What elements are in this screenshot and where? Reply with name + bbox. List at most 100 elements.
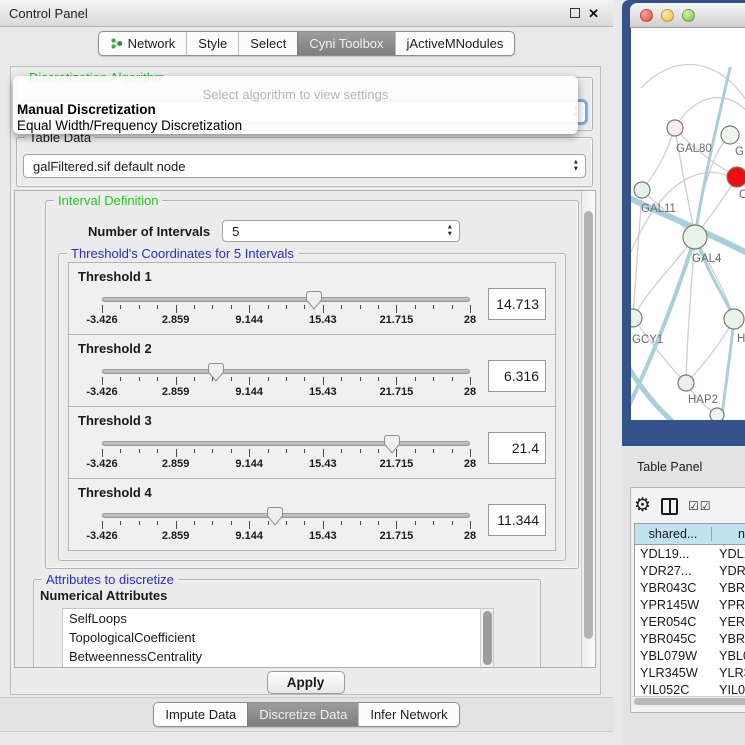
table-row[interactable]: YBR043CYBR0	[635, 579, 745, 596]
threshold-slider[interactable]: -3.4262.8599.14415.4321.71528	[94, 287, 478, 327]
number-of-intervals-combobox[interactable]: 5 ▲▼	[222, 220, 460, 242]
scrollbar-thumb[interactable]	[483, 611, 492, 665]
settings-scrollpane: Interval Definition Number of Intervals …	[14, 190, 596, 668]
cell-name[interactable]: YER0	[712, 615, 745, 629]
network-node[interactable]	[727, 167, 745, 187]
network-canvas[interactable]: GAL80G.CGAL11GAL4GCY1HHAP2	[631, 28, 745, 420]
combo-stepper-icon: ▲▼	[573, 160, 579, 173]
tab-cyni-toolbox[interactable]: Cyni Toolbox	[297, 32, 394, 55]
cell-name[interactable]: YBR0	[712, 581, 745, 595]
group-title: Interval Definition	[54, 193, 162, 208]
minimize-traffic-light-icon[interactable]	[661, 9, 674, 22]
threshold-value-field[interactable]: 14.713	[488, 288, 546, 320]
zoom-traffic-light-icon[interactable]	[682, 9, 695, 22]
cell-shared-name[interactable]: YIL052C	[635, 683, 712, 697]
cell-shared-name[interactable]: YBR045C	[635, 632, 712, 646]
split-columns-icon[interactable]	[661, 498, 678, 515]
threshold-slider[interactable]: -3.4262.8599.14415.4321.71528	[94, 359, 478, 399]
slider-track[interactable]	[102, 297, 470, 302]
network-node[interactable]	[724, 309, 744, 329]
scrollbar-thumb[interactable]	[634, 698, 745, 705]
tab-select[interactable]: Select	[238, 32, 297, 55]
cell-name[interactable]: YIL0	[712, 683, 745, 697]
table-row[interactable]: YDL19...YDL1	[635, 545, 745, 562]
tab-impute-data[interactable]: Impute Data	[154, 703, 247, 726]
table-row[interactable]: YER054CYER0	[635, 613, 745, 630]
network-node-label: H	[737, 333, 745, 345]
threshold-value-field[interactable]: 11.344	[488, 504, 546, 536]
cell-name[interactable]: YBL0	[712, 649, 745, 663]
table-horizontal-scrollbar[interactable]	[632, 696, 745, 706]
network-node[interactable]	[683, 225, 707, 249]
network-node[interactable]	[667, 120, 683, 136]
table-header-row: shared... n	[635, 524, 745, 545]
cell-shared-name[interactable]: YDR27...	[635, 564, 712, 578]
cell-shared-name[interactable]: YBR043C	[635, 581, 712, 595]
cell-shared-name[interactable]: YPR145W	[635, 598, 712, 612]
tick-label: 2.859	[162, 314, 190, 326]
slider-track[interactable]	[102, 513, 470, 518]
threshold-label: Threshold 1	[78, 269, 546, 284]
cell-name[interactable]: YLR3	[712, 666, 745, 680]
cell-name[interactable]: YDL1	[712, 547, 745, 561]
tick-label: 9.144	[235, 458, 263, 470]
column-header-name[interactable]: n	[712, 527, 745, 541]
tab-discretize-data[interactable]: Discretize Data	[247, 703, 358, 726]
settings-scrollbar[interactable]	[581, 191, 595, 667]
tick-label: 2.859	[162, 530, 190, 542]
threshold-label: Threshold 4	[78, 485, 546, 500]
cell-shared-name[interactable]: YER054C	[635, 615, 712, 629]
cell-name[interactable]: YPR1	[712, 598, 745, 612]
table-data-combobox[interactable]: galFiltered.sif default node ▲▼	[23, 154, 586, 178]
tick-label: 28	[464, 314, 476, 326]
apply-button[interactable]: Apply	[267, 671, 345, 694]
threshold-value-field[interactable]: 21.4	[488, 432, 546, 464]
tick-label: 21.715	[380, 386, 414, 398]
close-traffic-light-icon[interactable]	[640, 9, 653, 22]
dropdown-option-equal-width-frequency[interactable]: Equal Width/Frequency Discretization	[13, 118, 578, 134]
float-window-icon[interactable]	[570, 8, 580, 18]
attribute-list-item[interactable]: TopologicalCoefficient	[63, 628, 493, 647]
network-node[interactable]	[631, 309, 642, 327]
network-node[interactable]	[678, 375, 694, 391]
network-node[interactable]	[634, 182, 650, 198]
threshold-value-field[interactable]: 6.316	[488, 360, 546, 392]
table-row[interactable]: YBL079WYBL0	[635, 647, 745, 664]
gear-icon[interactable]: ⚙	[634, 497, 651, 515]
slider-track[interactable]	[102, 369, 470, 374]
attribute-list-item[interactable]: BetweennessCentrality	[63, 647, 493, 666]
table-row[interactable]: YPR145WYPR1	[635, 596, 745, 613]
table-row[interactable]: YLR345WYLR3	[635, 664, 745, 681]
cell-name[interactable]: YDR2	[712, 564, 745, 578]
cell-shared-name[interactable]: YLR345W	[635, 666, 712, 680]
table-row[interactable]: YBR045CYBR0	[635, 630, 745, 647]
tab-network[interactable]: Network	[99, 32, 187, 55]
tick-label: -3.426	[86, 386, 117, 398]
cell-shared-name[interactable]: YDL19...	[635, 547, 712, 561]
threshold-slider[interactable]: -3.4262.8599.14415.4321.71528	[94, 431, 478, 471]
tick-label: 21.715	[380, 530, 414, 542]
table-row[interactable]: YDR27...YDR2	[635, 562, 745, 579]
network-node[interactable]	[721, 126, 739, 144]
cell-shared-name[interactable]: YBL079W	[635, 649, 712, 663]
dropdown-option-manual-discretization[interactable]: Manual Discretization	[13, 102, 578, 118]
node-attribute-table: shared... n YDL19...YDL1YDR27...YDR2YBR0…	[634, 523, 745, 699]
tick-label: 28	[464, 530, 476, 542]
tab-style[interactable]: Style	[186, 32, 238, 55]
network-node[interactable]	[710, 408, 724, 420]
tab-infer-network[interactable]: Infer Network	[358, 703, 458, 726]
interval-definition-group: Interval Definition Number of Intervals …	[45, 200, 579, 569]
tick-label: -3.426	[86, 458, 117, 470]
network-window-titlebar[interactable]	[630, 3, 745, 28]
select-columns-icon[interactable]: ☑☑	[688, 500, 712, 512]
slider-track[interactable]	[102, 441, 470, 446]
threshold-slider[interactable]: -3.4262.8599.14415.4321.71528	[94, 503, 478, 543]
close-icon[interactable]: ✕	[588, 7, 599, 20]
tab-jactivemnodules[interactable]: jActiveMNodules	[395, 32, 515, 55]
list-scrollbar[interactable]	[480, 609, 493, 668]
tick-label: 9.144	[235, 530, 263, 542]
attribute-list-item[interactable]: SelfLoops	[63, 609, 493, 628]
column-header-shared-name[interactable]: shared...	[635, 527, 712, 541]
cell-name[interactable]: YBR0	[712, 632, 745, 646]
scrollbar-thumb[interactable]	[584, 211, 593, 639]
